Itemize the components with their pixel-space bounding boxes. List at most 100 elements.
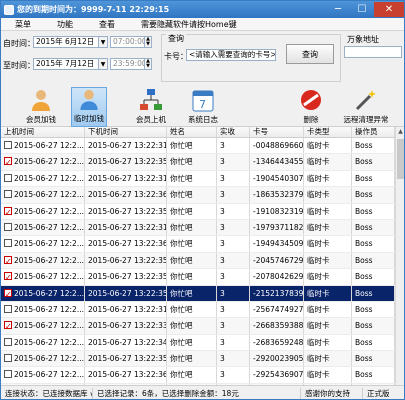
row-checkbox[interactable] [4, 354, 12, 363]
cell-text: Boss [355, 304, 373, 314]
column-card-type[interactable]: 卡类型 [304, 127, 352, 137]
row-checkbox[interactable] [4, 337, 12, 346]
row-checkbox[interactable] [4, 155, 12, 170]
cell-name: 你忙吧 [167, 351, 217, 367]
column-operator[interactable]: 操作员 [352, 127, 395, 137]
row-checkbox[interactable] [4, 319, 12, 334]
temp-add-money-label: 临时加钱 [74, 114, 104, 123]
start-time-field[interactable]: 07:00:00 [110, 36, 145, 48]
cell-operator: Boss [352, 219, 395, 236]
cell-logout-time: 2015-06-27 13:22:35 [85, 269, 167, 285]
cell-text: -1863532379 [253, 190, 304, 200]
vertical-scrollbar[interactable]: ▲ [395, 127, 404, 385]
row-checkbox[interactable] [4, 141, 12, 149]
cell-name: 你忙吧 [167, 318, 217, 334]
cell-logout-time: 2015-06-27 13:22:31 [85, 219, 167, 236]
cell-text: 2015-06-27 12:2... [14, 337, 84, 347]
system-log-button[interactable]: 7 系统日志 [185, 87, 221, 127]
cell-paid: 3 [217, 203, 250, 219]
query-button[interactable]: 查询 [286, 44, 334, 64]
menu-item-menu[interactable]: 菜单 [1, 19, 43, 30]
scroll-thumb[interactable] [397, 139, 404, 179]
row-checkbox[interactable] [4, 222, 12, 231]
cell-card-type: 临时卡 [304, 334, 352, 351]
delete-button[interactable]: 删除 [293, 87, 329, 127]
row-checkbox[interactable] [4, 370, 12, 379]
start-time-spinner[interactable]: ▲ ▼ [145, 36, 152, 48]
table-row[interactable]: 2015-06-27 12:2... 2015-06-27 13:22:35你忙吧… [1, 252, 395, 270]
member-add-money-button[interactable]: 会员加钱 [23, 87, 59, 127]
temp-add-money-icon [80, 89, 98, 111]
row-checkbox[interactable] [4, 173, 12, 182]
menu-item-hide-hint[interactable]: 需要隐藏软件请按Home键 [127, 19, 249, 30]
cell-logout-time: 2015-06-27 13:22:35 [85, 154, 167, 170]
column-logout-time[interactable]: 下机时间 [85, 127, 167, 137]
member-add-money-label: 会员加钱 [26, 115, 56, 124]
minimize-icon[interactable]: ─ [326, 2, 350, 17]
table-row[interactable]: 2015-06-27 12:2... 2015-06-27 13:22:35你忙吧… [1, 203, 395, 220]
table-row[interactable]: 2015-06-27 12:2... 2015-06-27 13:22:31 你忙吧… [1, 138, 395, 155]
table-row[interactable]: 2015-06-27 12:2... 2015-06-27 13:22:35你忙吧… [1, 285, 395, 302]
card-number-label: 卡号： [164, 52, 188, 61]
start-date-picker[interactable]: 2015年 6月12日 [33, 36, 99, 48]
cell-text: -1979371182 [253, 222, 304, 232]
cell-text: Boss [355, 354, 373, 364]
cell-text: 2015-06-27 13:22:35 [88, 255, 167, 265]
row-checkbox[interactable] [4, 190, 12, 199]
address-input[interactable] [344, 46, 402, 58]
cell-text: 3 [220, 321, 225, 331]
cell-operator: Boss [352, 351, 395, 367]
end-date-dropdown[interactable]: ▼ [99, 58, 108, 70]
table-row[interactable]: 2015-06-27 12:2... 2015-06-27 13:22:35你忙吧… [1, 269, 395, 286]
cell-text: 临时卡 [307, 321, 330, 331]
start-date-dropdown[interactable]: ▼ [99, 36, 108, 48]
cell-text: Boss [355, 370, 373, 380]
member-login-button[interactable]: 会员上机 [133, 87, 169, 127]
column-name[interactable]: 姓名 [167, 127, 217, 137]
maximize-icon[interactable]: ☐ [350, 2, 374, 17]
cell-text: -1346443455 [253, 157, 304, 167]
column-card-number[interactable]: 卡号 [250, 127, 304, 137]
temp-add-money-button[interactable]: 临时加钱 [71, 87, 107, 127]
close-icon[interactable]: ✕ [374, 2, 404, 17]
row-checkbox[interactable] [4, 287, 12, 301]
row-checkbox[interactable] [4, 304, 12, 313]
table-row[interactable]: 2015-06-27 12:2... 2015-06-27 13:22:36 你忙吧… [1, 236, 395, 253]
table-row[interactable]: 2015-06-27 12:2... 2015-06-27 13:22:35你忙吧… [1, 154, 395, 171]
end-date-picker[interactable]: 2015年 7月12日 [33, 58, 99, 70]
cell-text: -1904540307 [253, 173, 304, 183]
table-row[interactable]: 2015-06-27 12:2... 2015-06-27 13:22:31 你忙吧… [1, 219, 395, 237]
cell-paid: 3 [217, 367, 250, 383]
row-checkbox[interactable] [4, 205, 12, 219]
menu-item-view[interactable]: 查看 [85, 19, 127, 30]
menu-item-function[interactable]: 功能 [43, 19, 85, 30]
table-row[interactable]: 2015-06-27 12:2... 2015-06-27 13:22:35你忙吧… [1, 351, 395, 368]
remote-clean-label: 远程清理异常 [343, 115, 389, 124]
row-checkbox[interactable] [4, 254, 12, 268]
cell-text: Boss [355, 272, 373, 282]
row-checkbox[interactable] [4, 270, 12, 285]
table-row[interactable]: 2015-06-27 12:2... 2015-06-27 13:22:34 你忙吧… [1, 334, 395, 352]
cell-login-time: 2015-06-27 12:2... [1, 187, 85, 203]
cell-text: 你忙吧 [170, 239, 193, 249]
table-row[interactable]: 2015-06-27 12:2... 2015-06-27 13:22:36 你忙吧… [1, 367, 395, 384]
cell-text: 3 [220, 157, 225, 167]
table-row[interactable]: 2015-06-27 12:2... 2015-06-27 13:22:36 你忙吧… [1, 187, 395, 204]
column-paid[interactable]: 实收 [217, 127, 250, 137]
table-row[interactable]: 2015-06-27 12:2... 2015-06-27 13:22:31 你忙吧… [1, 301, 395, 319]
card-number-input[interactable]: <请输入需要查询的卡号> [186, 49, 276, 61]
remote-clean-button[interactable]: 远程清理异常 [341, 87, 391, 127]
end-time-field[interactable]: 23:59:00 [110, 58, 145, 70]
cell-login-time: 2015-06-27 12:2... [1, 269, 85, 285]
cell-text: 你忙吧 [170, 272, 193, 282]
cell-text: 你忙吧 [170, 190, 193, 200]
table-row[interactable]: 2015-06-27 12:2... 2015-06-27 13:22:31 你忙吧… [1, 170, 395, 188]
row-checkbox[interactable] [4, 239, 12, 248]
cell-paid: 3 [217, 318, 250, 334]
cell-text: Boss [355, 321, 373, 331]
column-login-time[interactable]: 上机时间 [1, 127, 85, 137]
table-row[interactable]: 2015-06-27 12:2... 2015-06-27 13:22:33你忙吧… [1, 318, 395, 335]
cell-name: 你忙吧 [167, 170, 217, 187]
scroll-up-icon[interactable]: ▲ [396, 127, 404, 137]
end-time-spinner[interactable]: ▲ ▼ [145, 58, 152, 70]
